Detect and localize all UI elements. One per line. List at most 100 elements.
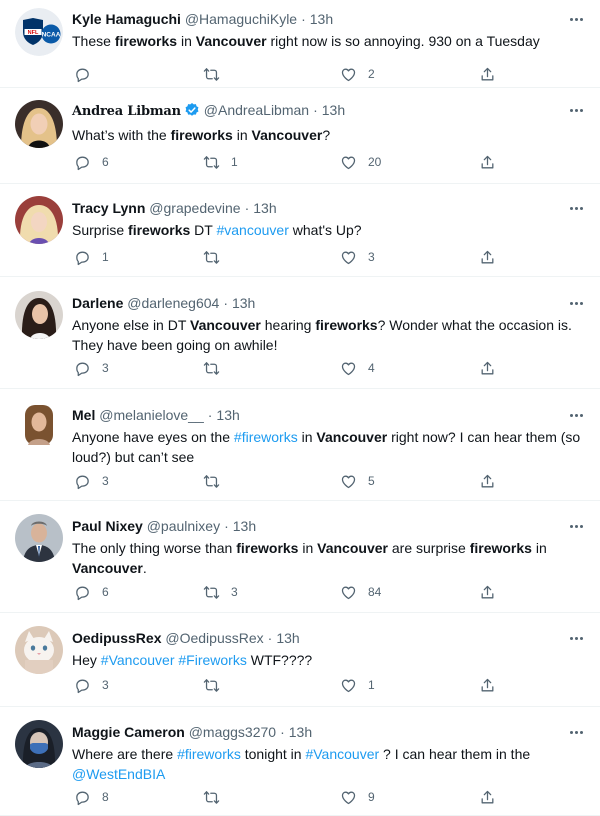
share-button[interactable] — [479, 787, 496, 807]
reply-button[interactable]: 3 — [74, 471, 109, 491]
tweet[interactable]: Tracy Lynn @grapedevine · 13h Surprise fire… — [0, 184, 600, 277]
display-name[interactable]: OedipussRex — [72, 630, 161, 646]
more-icon[interactable] — [566, 726, 586, 738]
more-icon[interactable] — [566, 632, 586, 644]
hashtag-link[interactable]: #fireworks — [177, 746, 241, 762]
display-name[interactable]: Tracy Lynn — [72, 200, 145, 216]
reply-button[interactable]: 3 — [74, 675, 109, 695]
timestamp[interactable]: 13h — [276, 630, 299, 646]
tweet-actions: 34 — [72, 358, 502, 378]
share-button[interactable] — [479, 471, 496, 491]
avatar[interactable] — [15, 720, 63, 768]
tweet[interactable]: OedipussRex @OedipussRex · 13h Hey #Vancouv… — [0, 613, 600, 707]
share-button[interactable] — [479, 582, 496, 602]
svg-text:NCAA: NCAA — [42, 32, 61, 39]
more-icon[interactable] — [566, 104, 586, 116]
like-button[interactable]: 2 — [340, 64, 375, 84]
avatar[interactable] — [15, 291, 63, 339]
display-name[interactable]: Darlene — [72, 295, 123, 311]
reply-button[interactable]: 6 — [74, 152, 109, 172]
more-icon[interactable] — [566, 297, 586, 309]
display-name[interactable]: Maggie Cameron — [72, 724, 185, 740]
retweet-button[interactable] — [203, 471, 220, 491]
like-button[interactable]: 9 — [340, 787, 375, 807]
highlighted-keyword: fireworks — [128, 222, 191, 238]
tweet[interactable]: Paul Nixey @paulnixey · 13h The only thing … — [0, 501, 600, 613]
user-handle[interactable]: @paulnixey — [147, 518, 220, 534]
share-button[interactable] — [479, 152, 496, 172]
avatar[interactable] — [15, 100, 63, 148]
retweet-button[interactable] — [203, 787, 220, 807]
tweet-actions: 6 3 84 — [72, 582, 502, 602]
hashtag-link[interactable]: #vancouver — [216, 222, 288, 238]
user-handle[interactable]: @HamaguchiKyle — [185, 11, 297, 27]
display-name[interactable]: Mel — [72, 407, 95, 423]
more-icon[interactable] — [566, 520, 586, 532]
like-button[interactable]: 4 — [340, 358, 375, 378]
retweet-button[interactable]: 1 — [203, 152, 238, 172]
tweet[interactable]: Maggie Cameron @maggs3270 · 13h Where are t… — [0, 707, 600, 816]
user-handle[interactable]: @melanielove__ — [99, 407, 204, 423]
mention-link[interactable]: @WestEndBIA — [72, 766, 165, 782]
hashtag-link[interactable]: #Vancouver — [101, 652, 175, 668]
more-icon[interactable] — [566, 409, 586, 421]
tweet[interactable]: Mel @melanielove__ · 13h Anyone have eyes o… — [0, 389, 600, 501]
like-button[interactable]: 5 — [340, 471, 375, 491]
share-button[interactable] — [479, 358, 496, 378]
tweet-header: OedipussRex @OedipussRex · 13h — [72, 629, 586, 647]
timestamp[interactable]: 13h — [289, 724, 312, 740]
tweet[interactable]: Andrea Libman @AndreaLibman · 13h What’s wi… — [0, 88, 600, 184]
retweet-button[interactable] — [203, 358, 220, 378]
reply-button[interactable]: 3 — [74, 358, 109, 378]
reply-button[interactable]: 1 — [74, 247, 109, 267]
retweet-button[interactable]: 3 — [203, 582, 238, 602]
user-handle[interactable]: @maggs3270 — [189, 724, 276, 740]
like-button[interactable]: 20 — [340, 152, 381, 172]
user-handle[interactable]: @OedipussRex — [165, 630, 263, 646]
timestamp[interactable]: 13h — [310, 11, 333, 27]
like-button[interactable]: 1 — [340, 675, 375, 695]
separator-dot: · — [301, 11, 306, 27]
tweet-text: What’s with the fireworks in Vancouver? — [72, 125, 586, 145]
avatar[interactable] — [15, 626, 63, 674]
hashtag-link[interactable]: #Vancouver — [305, 746, 379, 762]
avatar[interactable]: NFL NCAA — [15, 8, 63, 56]
hashtag-link[interactable]: #Fireworks — [178, 652, 246, 668]
reply-button[interactable]: 6 — [74, 582, 109, 602]
avatar[interactable] — [15, 401, 63, 449]
retweet-button[interactable] — [203, 64, 220, 84]
user-handle[interactable]: @AndreaLibman — [204, 102, 309, 118]
reply-button[interactable] — [74, 64, 91, 84]
display-name[interactable]: Andrea Libman — [72, 104, 181, 119]
share-button[interactable] — [479, 675, 496, 695]
timestamp[interactable]: 13h — [253, 200, 276, 216]
more-icon[interactable] — [566, 13, 586, 25]
like-button[interactable]: 3 — [340, 247, 375, 267]
retweets-count: 1 — [231, 155, 238, 169]
tweet[interactable]: NFL NCAA Kyle Hamaguchi @HamaguchiKyle · 13h… — [0, 0, 600, 88]
hashtag-link[interactable]: #fireworks — [234, 429, 298, 445]
retweet-button[interactable] — [203, 675, 220, 695]
timestamp[interactable]: 13h — [322, 102, 345, 118]
more-icon[interactable] — [566, 202, 586, 214]
reply-button[interactable]: 8 — [74, 787, 109, 807]
share-button[interactable] — [479, 64, 496, 84]
like-button[interactable]: 84 — [340, 582, 381, 602]
share-button[interactable] — [479, 247, 496, 267]
user-handle[interactable]: @grapedevine — [149, 200, 240, 216]
display-name[interactable]: Kyle Hamaguchi — [72, 11, 181, 27]
timestamp[interactable]: 13h — [233, 518, 256, 534]
tweet-header: Mel @melanielove__ · 13h — [72, 406, 586, 424]
tweet-feed: NFL NCAA Kyle Hamaguchi @HamaguchiKyle · 13h… — [0, 0, 600, 816]
tweet[interactable]: Darlene @darleneg604 · 13h Anyone else in D… — [0, 277, 600, 389]
likes-count: 84 — [368, 585, 382, 599]
timestamp[interactable]: 13h — [232, 295, 255, 311]
display-name[interactable]: Paul Nixey — [72, 518, 143, 534]
retweet-button[interactable] — [203, 247, 220, 267]
user-handle[interactable]: @darleneg604 — [127, 295, 219, 311]
timestamp[interactable]: 13h — [216, 407, 239, 423]
avatar[interactable] — [15, 196, 63, 244]
separator-dot: · — [244, 200, 250, 216]
avatar[interactable] — [15, 514, 63, 562]
tweet-content: OedipussRex @OedipussRex · 13h Hey #Vancouv… — [72, 629, 586, 670]
